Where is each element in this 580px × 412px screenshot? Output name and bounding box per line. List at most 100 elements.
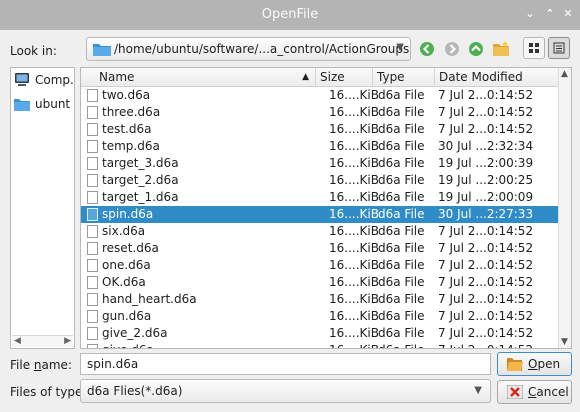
file-icon bbox=[87, 174, 98, 187]
table-row[interactable]: reset.d6a 16....KiB d6a File 7 Jul 2...0:14… bbox=[81, 240, 559, 257]
file-type-label: Files of type: bbox=[10, 385, 87, 399]
places-sidebar: Comp.. ubunt ◀ ▶ bbox=[10, 67, 75, 349]
close-icon[interactable]: ✕ bbox=[560, 6, 576, 22]
forward-icon[interactable] bbox=[442, 39, 462, 59]
file-name-label: File name: bbox=[10, 358, 72, 372]
scroll-up-icon[interactable]: ▲ bbox=[561, 69, 568, 79]
table-row-selected[interactable]: spin.d6a 16....KiB d6a File 30 Jul ...2:27:… bbox=[81, 206, 559, 223]
file-date-cell: 7 Jul 2...0:14:52 bbox=[438, 122, 534, 136]
file-name-cell: give.d6a bbox=[102, 343, 312, 348]
file-type-cell: d6a File bbox=[378, 88, 425, 102]
table-row[interactable]: temp.d6a 16....KiB d6a File 30 Jul ...2:32:… bbox=[81, 138, 559, 155]
file-icon bbox=[87, 344, 98, 348]
table-row[interactable]: target_1.d6a 16....KiB d6a File 19 Jul ...2… bbox=[81, 189, 559, 206]
file-icon bbox=[87, 293, 98, 306]
grid-icon bbox=[529, 43, 539, 53]
file-icon bbox=[87, 157, 98, 170]
table-row[interactable]: OK.d6a 16....KiB d6a File 7 Jul 2...0:14:52 bbox=[81, 274, 559, 291]
file-icon bbox=[87, 123, 98, 136]
new-folder-icon[interactable] bbox=[491, 39, 511, 59]
computer-icon bbox=[15, 73, 29, 86]
table-header: Name ▲ Size Type Date Modified bbox=[81, 68, 559, 87]
column-header-type[interactable]: Type bbox=[373, 68, 435, 87]
parent-directory-icon[interactable] bbox=[466, 39, 486, 59]
file-date-cell: 19 Jul ...2:00:09 bbox=[438, 190, 534, 204]
file-type-cell: d6a File bbox=[378, 139, 425, 153]
sidebar-horizontal-scrollbar[interactable]: ◀ ▶ bbox=[12, 335, 73, 347]
table-row[interactable]: one.d6a 16....KiB d6a File 7 Jul 2...0:14:5… bbox=[81, 257, 559, 274]
file-date-cell: 7 Jul 2...0:14:52 bbox=[438, 224, 534, 238]
sidebar-item-computer[interactable]: Comp.. bbox=[14, 71, 74, 91]
list-view-button[interactable] bbox=[523, 37, 545, 59]
column-header-date[interactable]: Date Modified bbox=[435, 68, 559, 87]
folder-icon bbox=[93, 44, 111, 56]
look-in-path: /home/ubuntu/software/...a_control/Actio… bbox=[114, 42, 410, 56]
scroll-right-icon[interactable]: ▶ bbox=[64, 336, 71, 346]
table-row[interactable]: three.d6a 16....KiB d6a File 7 Jul 2...0:14… bbox=[81, 104, 559, 121]
file-name-cell: spin.d6a bbox=[102, 207, 154, 221]
open-button[interactable]: Open bbox=[497, 352, 572, 376]
file-size-cell: 16....KiB bbox=[329, 241, 379, 255]
file-type-cell: d6a File bbox=[378, 343, 436, 348]
file-icon bbox=[87, 89, 98, 102]
file-date-cell: 7 Jul 2...0:14:52 bbox=[438, 241, 534, 255]
file-type-cell: d6a File bbox=[378, 207, 425, 221]
column-header-name[interactable]: Name ▲ bbox=[81, 68, 316, 87]
window-title: OpenFile bbox=[261, 7, 319, 22]
file-type-cell: d6a File bbox=[378, 275, 425, 289]
file-type-cell: d6a File bbox=[378, 173, 425, 187]
file-type-combobox[interactable]: d6a Flies(*.d6a) ▼ bbox=[80, 379, 491, 403]
sidebar-item-home[interactable]: ubunt bbox=[14, 95, 74, 115]
table-row[interactable]: test.d6a 16....KiB d6a File 7 Jul 2...0:14:… bbox=[81, 121, 559, 138]
file-name-cell: target_2.d6a bbox=[102, 173, 179, 187]
vertical-scrollbar[interactable]: ▲ ▼ bbox=[558, 68, 571, 348]
table-row[interactable]: give.d6a 16....KiBd6a File7 Jul 2...0:14:… bbox=[81, 342, 559, 348]
file-type-cell: d6a File bbox=[378, 258, 425, 272]
table-row[interactable]: give_2.d6a 16....KiB d6a File 7 Jul 2...0:1… bbox=[81, 325, 559, 342]
folder-open-icon bbox=[507, 358, 523, 371]
cancel-button[interactable]: Cancel bbox=[497, 380, 572, 404]
file-date-cell: 7 Jul 2...0:14:52 bbox=[438, 275, 534, 289]
scroll-left-icon[interactable]: ◀ bbox=[14, 336, 21, 346]
maximize-icon[interactable]: ⌃ bbox=[542, 6, 558, 22]
cancel-icon bbox=[507, 385, 523, 399]
file-date-cell: 7 Jul 2...0:14:52 bbox=[438, 326, 534, 340]
file-date-cell: 30 Jul ...2:32:34 bbox=[438, 139, 534, 153]
file-date-cell: 19 Jul ...2:00:25 bbox=[438, 173, 534, 187]
file-name-cell: OK.d6a bbox=[102, 275, 146, 289]
detail-list-icon bbox=[553, 42, 565, 54]
table-row[interactable]: gun.d6a 16....KiB d6a File 7 Jul 2...0:14:5… bbox=[81, 308, 559, 325]
title-bar: OpenFile ⌄ ⌃ ✕ bbox=[0, 0, 580, 30]
file-size-cell: 16....KiB bbox=[329, 173, 379, 187]
file-date-cell: 7 Jul 2...0:14:52 bbox=[438, 309, 534, 323]
look-in-label: Look in: bbox=[10, 44, 57, 58]
file-name-cell: give_2.d6a bbox=[102, 326, 168, 340]
file-type-cell: d6a File bbox=[378, 326, 425, 340]
file-name-input[interactable]: spin.d6a bbox=[80, 353, 491, 375]
detail-view-button[interactable] bbox=[548, 37, 570, 59]
look-in-combobox[interactable]: /home/ubuntu/software/...a_control/Actio… bbox=[86, 37, 411, 61]
table-row[interactable]: target_2.d6a 16....KiB d6a File 19 Jul ...2… bbox=[81, 172, 559, 189]
file-type-cell: d6a File bbox=[378, 224, 425, 238]
table-row[interactable]: two.d6a 16....KiB d6a File 7 Jul 2...0:14:5… bbox=[81, 87, 559, 104]
table-row[interactable]: target_3.d6a 16....KiB d6a File 19 Jul ...2… bbox=[81, 155, 559, 172]
table-row[interactable]: hand_heart.d6a 16....KiB d6a File 7 Jul 2..… bbox=[81, 291, 559, 308]
file-list[interactable]: Name ▲ Size Type Date Modified two.d6a 16… bbox=[80, 67, 572, 349]
file-icon bbox=[87, 310, 98, 323]
file-type-cell: d6a File bbox=[378, 241, 425, 255]
file-name-cell: one.d6a bbox=[102, 258, 151, 272]
file-name-cell: target_3.d6a bbox=[102, 156, 179, 170]
column-header-size[interactable]: Size bbox=[316, 68, 373, 87]
file-name-cell: test.d6a bbox=[102, 122, 152, 136]
file-icon bbox=[87, 276, 98, 289]
file-size-cell: 16....KiB bbox=[329, 292, 379, 306]
file-size-cell: 16....KiB bbox=[329, 224, 379, 238]
scroll-down-icon[interactable]: ▼ bbox=[561, 337, 568, 347]
file-icon bbox=[87, 106, 98, 119]
back-icon[interactable] bbox=[417, 39, 437, 59]
file-icon bbox=[87, 327, 98, 340]
file-date-cell: 7 Jul 2...0:14:52 bbox=[438, 258, 534, 272]
table-row[interactable]: six.d6a 16....KiB d6a File 7 Jul 2...0:14:5… bbox=[81, 223, 559, 240]
minimize-icon[interactable]: ⌄ bbox=[522, 6, 538, 22]
file-icon bbox=[87, 191, 98, 204]
